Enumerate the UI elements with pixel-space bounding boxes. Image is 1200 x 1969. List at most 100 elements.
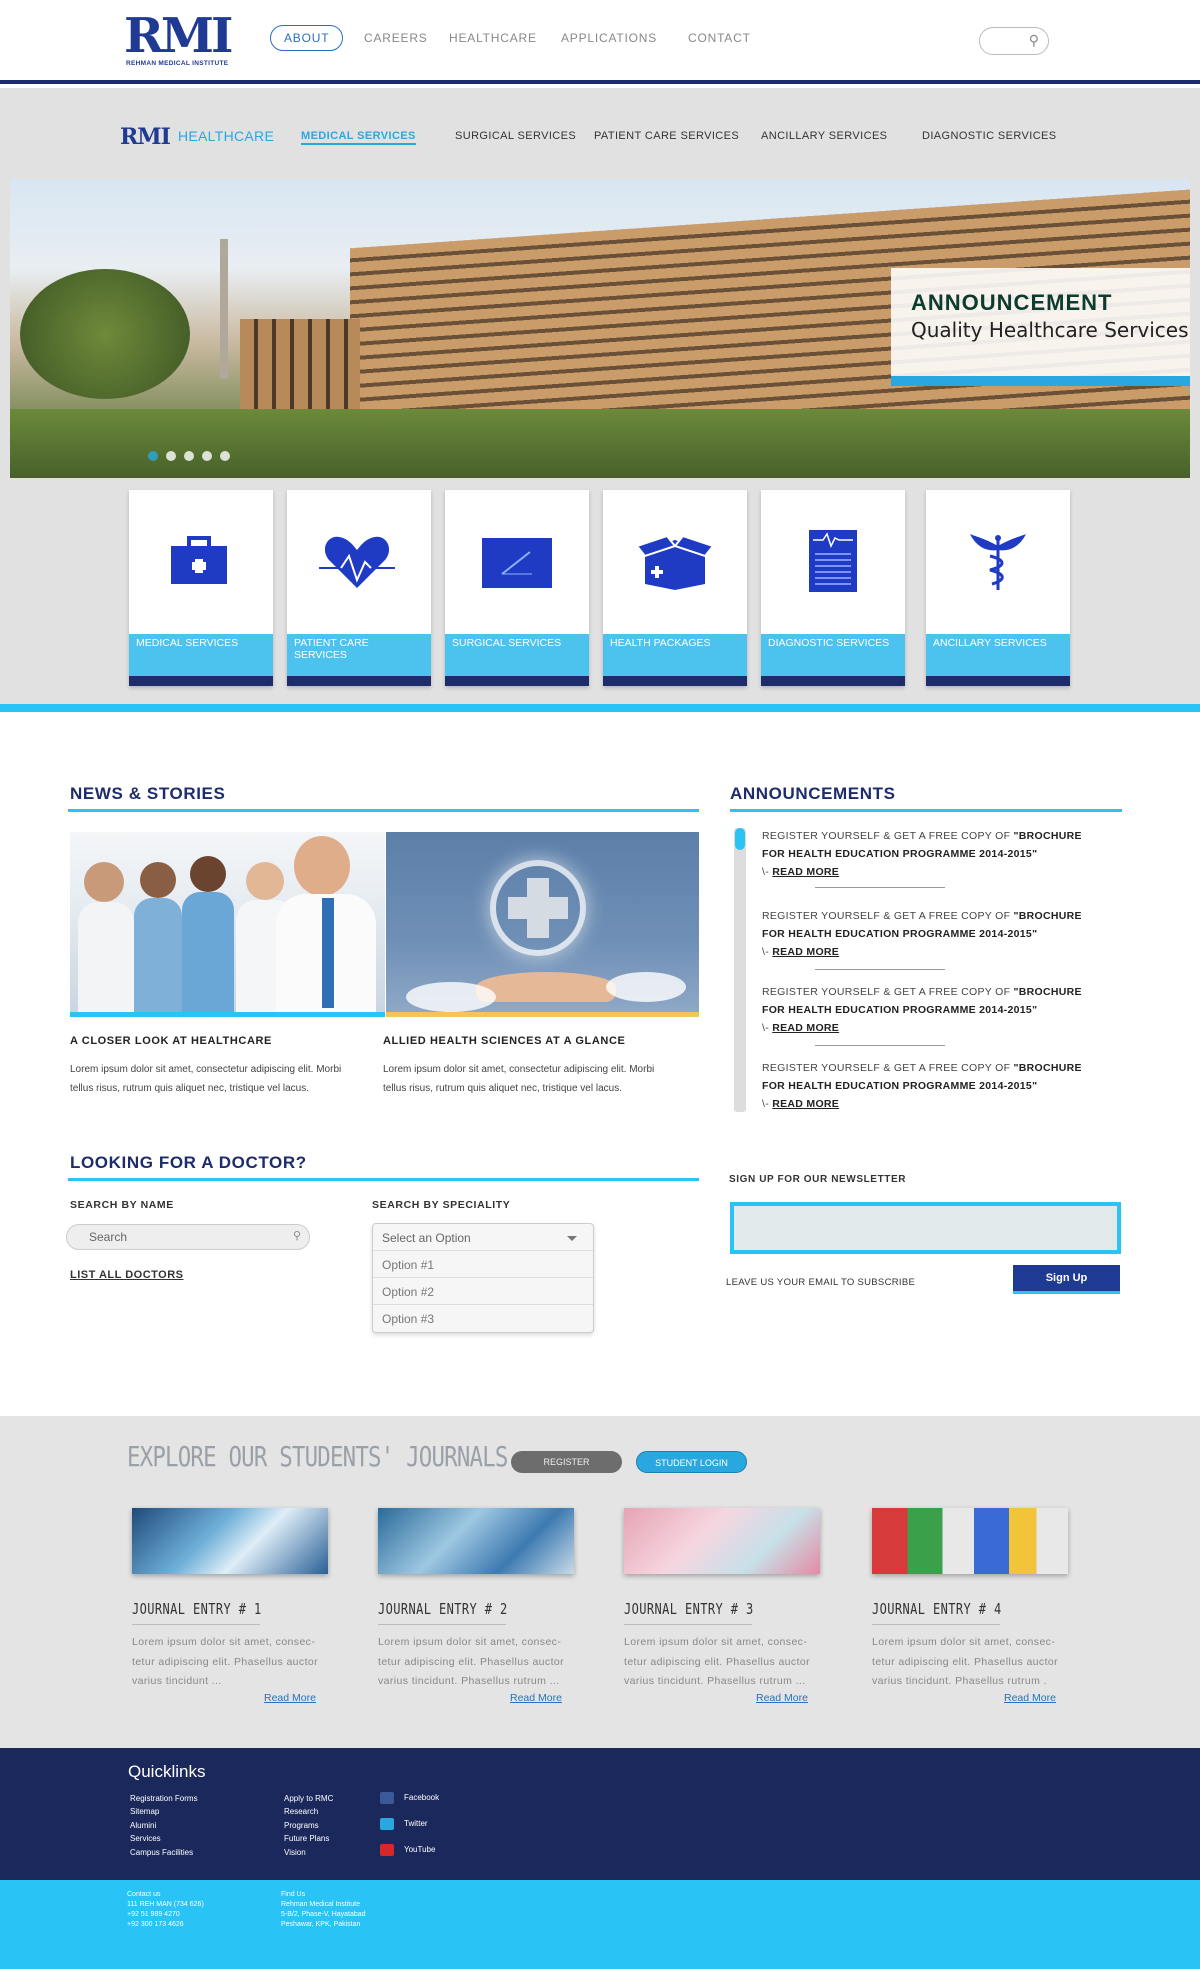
service-card-ancillary[interactable]: ANCILLARY SERVICES [926,490,1070,686]
list-all-doctors-link[interactable]: LIST ALL DOCTORS [70,1269,184,1281]
footer-link[interactable]: Vision [284,1846,333,1859]
service-card-health-packages[interactable]: HEALTH PACKAGES [603,490,747,686]
journal-rule [872,1624,1000,1625]
address-block: Find Us Rehman Medical Institute 5-B/2, … [281,1890,366,1930]
header-search-input[interactable]: ⚲ [979,27,1049,55]
sign-up-button[interactable]: Sign Up [1013,1265,1120,1294]
nav-healthcare[interactable]: HEALTHCARE [449,31,537,45]
select-option[interactable]: Option #2 [373,1278,593,1305]
doctor-scrubs [134,898,182,1012]
announcements-rule [730,809,1122,812]
healthcare-logo[interactable]: RMI [120,124,171,150]
announcement-separator [815,1045,945,1046]
journal-title[interactable]: JOURNAL ENTRY # 1 [132,1600,262,1618]
journal-image-3[interactable] [624,1508,820,1574]
journal-image-2[interactable] [378,1508,574,1574]
scrollbar-thumb[interactable] [735,828,745,850]
social-label: Facebook [404,1793,440,1803]
footer-link[interactable]: Registration Forms [130,1792,198,1805]
news-image-doctors[interactable] [70,832,385,1017]
journal-title[interactable]: JOURNAL ENTRY # 3 [624,1600,754,1618]
journal-read-more[interactable]: Read More [756,1692,808,1704]
student-login-button[interactable]: STUDENT LOGIN [636,1451,747,1473]
subnav-ancillary-services[interactable]: ANCILLARY SERVICES [761,130,887,142]
select-placeholder[interactable]: Select an Option [373,1224,593,1251]
search-by-speciality-label: SEARCH BY SPECIALITY [372,1199,511,1211]
news-image-health-cross[interactable] [386,832,699,1017]
journal-title[interactable]: JOURNAL ENTRY # 2 [378,1600,508,1618]
hero-banner[interactable]: ANNOUNCEMENT Quality Healthcare Services [10,179,1190,478]
journal-image-4[interactable] [872,1508,1068,1574]
subnav-medical-services[interactable]: MEDICAL SERVICES [301,130,416,145]
nav-careers[interactable]: CAREERS [364,31,428,45]
journal-excerpt: Lorem ipsum dolor sit amet, consec-tetur… [378,1636,565,1687]
doctor-search-input[interactable]: Search ⚲ [66,1224,310,1250]
announcement-prefix: REGISTER YOURSELF & GET A FREE COPY OF [762,830,1014,842]
footer-link[interactable]: Programs [284,1819,333,1832]
news-title[interactable]: ALLIED HEALTH SCIENCES AT A GLANCE [383,1035,625,1047]
announcement-item: REGISTER YOURSELF & GET A FREE COPY OF "… [762,983,1092,1037]
announcement-item: REGISTER YOURSELF & GET A FREE COPY OF "… [762,907,1092,961]
quicklinks-col-2: Apply to RMC Research Programs Future Pl… [284,1792,333,1859]
journal-title[interactable]: JOURNAL ENTRY # 4 [872,1600,1002,1618]
journal-rule [132,1624,260,1625]
select-option[interactable]: Option #3 [373,1305,593,1332]
footer-link[interactable]: Apply to RMC [284,1792,333,1805]
register-button[interactable]: REGISTER [511,1451,622,1473]
read-more-link[interactable]: READ MORE [772,1022,839,1034]
footer-link[interactable]: Services [130,1832,198,1845]
news-title[interactable]: A CLOSER LOOK AT HEALTHCARE [70,1035,272,1047]
announcement-box: ANNOUNCEMENT Quality Healthcare Services [891,268,1190,386]
journal-read-more[interactable]: Read More [510,1692,562,1704]
service-card-patient-care[interactable]: PATIENT CARE SERVICES [287,490,431,686]
announcement-dash: \- [762,946,773,958]
nav-contact[interactable]: CONTACT [688,31,751,45]
read-more-link[interactable]: READ MORE [772,1098,839,1110]
slide-dot-4[interactable] [202,451,212,461]
footer-link[interactable]: Campus Facilities [130,1846,198,1859]
doctor-face [140,862,176,898]
slide-dot-3[interactable] [184,451,194,461]
select-option[interactable]: Option #1 [373,1251,593,1278]
journal-excerpt: Lorem ipsum dolor sit amet, consec-tetur… [872,1636,1059,1687]
journal-image-1[interactable] [132,1508,328,1574]
journal-read-more[interactable]: Read More [264,1692,316,1704]
footer-link[interactable]: Future Plans [284,1832,333,1845]
service-card-medical[interactable]: MEDICAL SERVICES [129,490,273,686]
slide-dot-2[interactable] [166,451,176,461]
read-more-link[interactable]: READ MORE [772,946,839,958]
service-card-foot [129,676,273,686]
announcement-dash: \- [762,866,773,878]
social-facebook[interactable]: Facebook [380,1792,439,1804]
healthcare-logo-suffix: HEALTHCARE [178,128,275,144]
slide-dot-1[interactable] [148,451,158,461]
newsletter-email-input[interactable] [730,1202,1121,1254]
address-line: Peshawar, KPK, Pakistan [281,1921,361,1928]
footer-link[interactable]: Sitemap [130,1805,198,1818]
nav-applications[interactable]: APPLICATIONS [561,31,657,45]
rmi-logo[interactable]: RMI [124,12,233,60]
journal-rule [378,1624,506,1625]
social-label: YouTube [404,1845,436,1855]
announcements-scrollbar[interactable] [734,828,746,1112]
service-card-foot [603,676,747,686]
footer-link[interactable]: Research [284,1805,333,1818]
nav-about[interactable]: ABOUT [270,25,344,51]
social-twitter[interactable]: Twitter [380,1818,428,1830]
cross-horizontal [508,897,568,919]
logo-subtext: REHMAN MEDICAL INSTITUTE [126,60,229,67]
journal-read-more[interactable]: Read More [1004,1692,1056,1704]
speciality-select[interactable]: Select an Option Option #1 Option #2 Opt… [372,1223,594,1333]
banner-chimney [220,239,228,379]
slide-dot-5[interactable] [220,451,230,461]
address-line: Rehman Medical Institute [281,1901,360,1908]
footer-link[interactable]: Alumini [130,1819,198,1832]
service-card-diagnostic[interactable]: DIAGNOSTIC SERVICES [761,490,905,686]
subnav-diagnostic-services[interactable]: DIAGNOSTIC SERVICES [922,130,1057,142]
subnav-surgical-services[interactable]: SURGICAL SERVICES [455,130,576,142]
announcement-dash: \- [762,1022,773,1034]
service-card-surgical[interactable]: SURGICAL SERVICES [445,490,589,686]
subnav-patient-care-services[interactable]: PATIENT CARE SERVICES [594,130,739,142]
read-more-link[interactable]: READ MORE [772,866,839,878]
social-youtube[interactable]: YouTube [380,1844,435,1856]
